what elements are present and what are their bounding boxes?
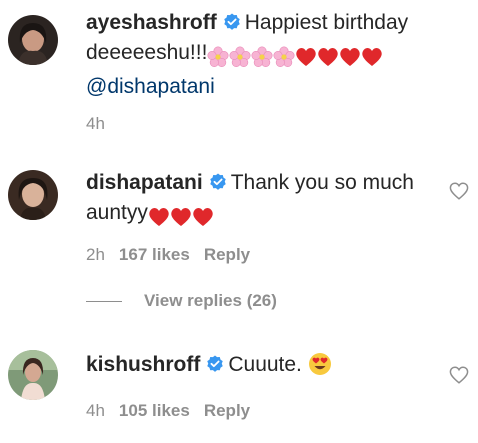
heart-outline-icon[interactable]: [449, 182, 469, 200]
timestamp[interactable]: 4h: [86, 114, 105, 133]
reply-button[interactable]: Reply: [204, 401, 250, 420]
cherry-blossom-emoji: [273, 46, 295, 68]
red-heart-emoji: [318, 48, 339, 67]
verified-badge-icon: [223, 13, 240, 30]
comment-meta: 4h 105 likes Reply: [86, 401, 264, 421]
likes-count[interactable]: 105 likes: [119, 401, 190, 420]
comment-text: kishushroff Cuuute.: [86, 350, 436, 380]
username[interactable]: kishushroff: [86, 353, 200, 376]
cherry-blossom-emoji: [229, 46, 251, 68]
cherry-blossom-emoji: [207, 46, 229, 68]
mention-link[interactable]: @dishapatani: [86, 75, 215, 98]
timestamp[interactable]: 4h: [86, 401, 105, 420]
heart-outline-icon[interactable]: [449, 366, 469, 384]
view-replies-button[interactable]: View replies (26): [86, 291, 277, 315]
view-replies-label[interactable]: View replies (26): [144, 291, 277, 310]
emoji-group: [148, 202, 214, 232]
comment-meta: 2h 167 likes Reply: [86, 245, 264, 265]
reply-button[interactable]: Reply: [204, 245, 250, 264]
heart-eyes-emoji: [308, 353, 331, 375]
verified-badge-icon: [209, 173, 226, 190]
comment-text: ayeshashroff Happiest birthday deeeeeshu!…: [86, 8, 436, 102]
red-heart-emoji: [296, 48, 317, 67]
likes-count[interactable]: 167 likes: [119, 245, 190, 264]
cherry-blossom-emoji: [251, 46, 273, 68]
avatar[interactable]: [8, 170, 58, 220]
comment-meta: 4h: [86, 114, 119, 134]
emoji-group: [207, 42, 383, 72]
verified-badge-icon: [207, 355, 224, 372]
comment-body: Cuuute.: [228, 353, 302, 376]
username[interactable]: dishapatani: [86, 171, 203, 194]
red-heart-emoji: [362, 48, 383, 67]
avatar[interactable]: [8, 15, 58, 65]
red-heart-emoji: [340, 48, 361, 67]
red-heart-emoji: [193, 208, 213, 227]
timestamp[interactable]: 2h: [86, 245, 105, 264]
username[interactable]: ayeshashroff: [86, 11, 217, 34]
comment-text: dishapatani Thank you so much auntyy: [86, 168, 436, 232]
red-heart-emoji: [171, 208, 191, 227]
red-heart-emoji: [149, 208, 169, 227]
avatar[interactable]: [8, 350, 58, 400]
divider: [86, 301, 122, 303]
